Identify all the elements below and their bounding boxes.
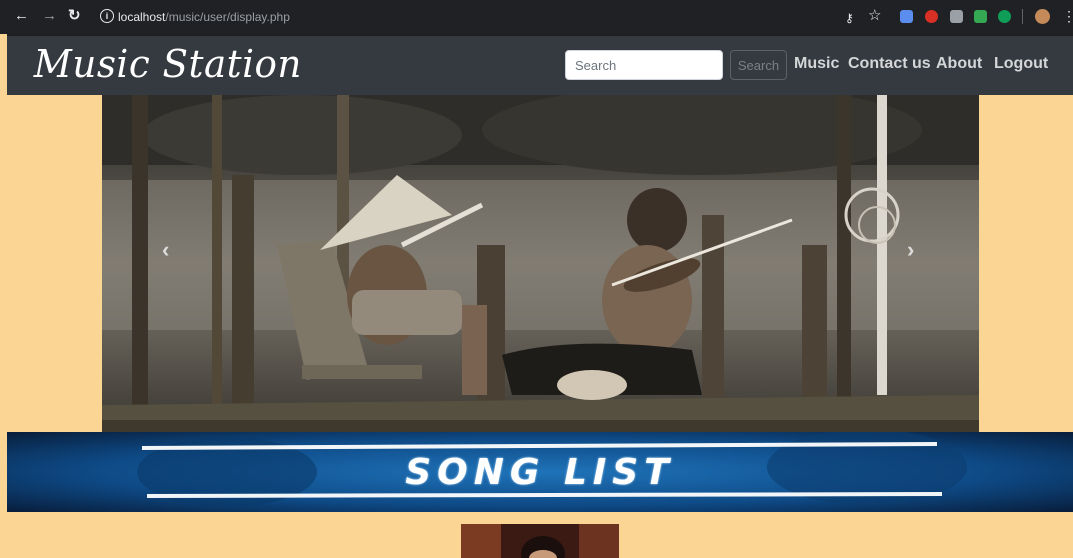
search-input[interactable]: [565, 50, 723, 80]
banner-title: SONG LIST: [405, 452, 675, 493]
brand-logo[interactable]: Music Station: [34, 42, 302, 86]
toolbar-divider: [1022, 9, 1023, 24]
browser-toolbar: ← → ↻ i localhost/music/user/display.php…: [0, 0, 1073, 34]
carousel-photo: [102, 95, 979, 432]
song-thumbnail[interactable]: [461, 524, 619, 558]
extension-icon-3[interactable]: [950, 10, 963, 23]
star-icon[interactable]: ☆: [868, 8, 881, 24]
nav-link-about[interactable]: About: [936, 55, 982, 73]
profile-avatar[interactable]: [1035, 9, 1050, 24]
url-path: /music/user/display.php: [165, 10, 290, 24]
carousel-next-icon[interactable]: ›: [907, 237, 914, 263]
key-icon[interactable]: ⚷: [845, 10, 854, 26]
info-icon[interactable]: i: [100, 9, 114, 23]
extension-icon-4[interactable]: [974, 10, 987, 23]
nav-link-music[interactable]: Music: [794, 55, 839, 73]
nav-link-logout[interactable]: Logout: [994, 55, 1048, 73]
song-list-banner: SONG LIST: [7, 432, 1073, 512]
grammarly-icon[interactable]: [998, 10, 1011, 23]
site-navbar: Music Station Search Music Contact us Ab…: [7, 34, 1073, 95]
nav-link-contact[interactable]: Contact us: [848, 55, 931, 73]
thumbnail-image: [461, 524, 619, 558]
url-host: localhost: [118, 10, 166, 24]
menu-icon[interactable]: ⋮: [1062, 8, 1073, 24]
extension-icon-2[interactable]: [925, 10, 938, 23]
hero-carousel[interactable]: ‹ ›: [102, 95, 979, 432]
extension-icon-1[interactable]: [900, 10, 913, 23]
address-url[interactable]: localhost/music/user/display.php: [118, 10, 290, 24]
forward-icon[interactable]: →: [42, 8, 57, 24]
back-icon[interactable]: ←: [14, 8, 29, 24]
reload-icon[interactable]: ↻: [68, 8, 81, 24]
search-button[interactable]: Search: [730, 50, 787, 80]
carousel-prev-icon[interactable]: ‹: [162, 237, 169, 263]
